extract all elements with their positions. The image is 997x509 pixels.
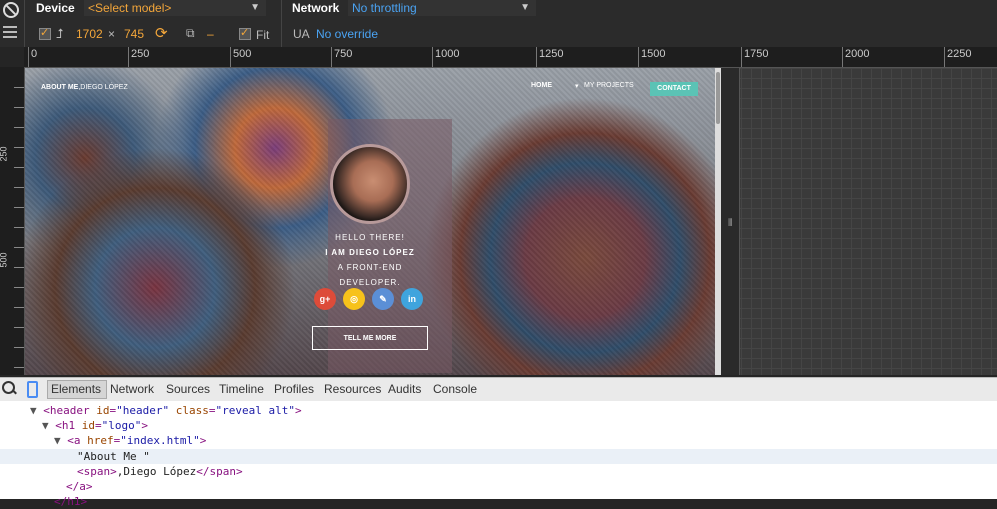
tab-sources[interactable]: Sources [166, 382, 210, 396]
size-checkbox[interactable] [39, 26, 51, 40]
dom-node-h1[interactable]: ▼ <h1 id="logo"> [42, 418, 148, 433]
expand-triangle-icon[interactable]: ▼ [42, 419, 49, 432]
network-select-value: No throttling [352, 1, 417, 15]
avatar [330, 144, 410, 224]
height-field[interactable]: 745 [124, 27, 144, 41]
fit-label: Fit [256, 28, 270, 42]
times-sign: × [108, 27, 116, 41]
ua-label: UA [293, 27, 310, 41]
ruler-label: 1250 [539, 48, 564, 60]
span-text: ,Diego López [116, 465, 197, 478]
scale-icon: ⧉ [186, 26, 195, 40]
dom-node-span[interactable]: <span>,Diego López</span> [77, 464, 243, 479]
attr-name: href [87, 434, 114, 447]
tag-open: <header [43, 404, 97, 417]
attr-value: "logo" [101, 419, 142, 432]
scale-field[interactable]: – [207, 27, 214, 41]
site-logo[interactable]: ABOUT ME,DIEGO LÓPEZ [41, 84, 128, 91]
device-select-value: <Select model> [88, 1, 172, 15]
tab-network[interactable]: Network [110, 382, 154, 396]
chevron-down-icon: ▼ [250, 2, 260, 13]
search-icon[interactable] [2, 381, 15, 394]
nav-projects[interactable]: MY PROJECTS [584, 82, 634, 89]
divider [281, 0, 282, 47]
resize-arrow-icon: ⮥ [56, 26, 64, 41]
intro-text: HELLO THERE! I AM DIEGO LÓPEZ A FRONT-EN… [315, 230, 425, 290]
width-field[interactable]: 1702 [76, 27, 103, 41]
chevron-down-icon: ▼ [520, 2, 530, 13]
tag-open: <span> [77, 465, 117, 478]
grip-icon: ⦀ [728, 218, 733, 229]
tag-open: <h1 [55, 419, 82, 432]
ruler-left-label: 250 [0, 146, 9, 162]
linkedin-icon[interactable]: in [401, 288, 423, 310]
dom-node-header[interactable]: ▼ <header id="header" class="reveal alt"… [30, 403, 302, 418]
attr-value: "header" [116, 404, 170, 417]
tag-close: </span> [196, 465, 243, 478]
attr-value: "reveal alt" [215, 404, 295, 417]
ruler-label: 0 [31, 48, 38, 60]
intro-line: A FRONT-END [337, 263, 403, 272]
device-select[interactable]: <Select model> ▼ [84, 0, 266, 16]
dom-text-node[interactable]: "About Me " [77, 449, 150, 464]
tell-me-more-button[interactable]: TELL ME MORE [312, 326, 428, 350]
github-icon[interactable]: ◎ [343, 288, 365, 310]
nav-projects-chevron-icon: ▾ [575, 83, 579, 90]
device-mode-icon[interactable] [27, 381, 38, 398]
tab-audits[interactable]: Audits [388, 382, 421, 396]
lines-icon[interactable] [3, 26, 17, 38]
block-icon[interactable] [3, 2, 19, 18]
devtools-tabbar: Elements Network Sources Timeline Profil… [0, 377, 997, 402]
google-plus-icon[interactable]: g+ [314, 288, 336, 310]
canvas-grid [721, 68, 997, 375]
toolbar-left-strip [0, 0, 25, 47]
network-label: Network [292, 1, 340, 15]
ruler-label: 2000 [845, 48, 870, 60]
tab-console[interactable]: Console [433, 382, 477, 396]
tab-elements[interactable]: Elements [51, 382, 101, 396]
emulated-page: ABOUT ME,DIEGO LÓPEZ HOME ▾ MY PROJECTS … [25, 68, 715, 375]
attr-value: "index.html" [120, 434, 200, 447]
ruler-left: 250 500 [0, 67, 25, 375]
device-toolbar: Device <Select model> ▼ ⮥ 1702 × 745 ⟳ ⧉… [0, 0, 997, 47]
tab-timeline[interactable]: Timeline [219, 382, 264, 396]
tab-resources[interactable]: Resources [324, 382, 381, 396]
resize-handle[interactable]: ⦀ [721, 68, 740, 375]
ruler-label: 1750 [744, 48, 769, 60]
nav-contact[interactable]: CONTACT [650, 82, 698, 96]
nav-home[interactable]: HOME [531, 82, 552, 89]
intro-line: HELLO THERE! [335, 233, 405, 242]
attr-name: id [96, 404, 110, 417]
dom-close-h1[interactable]: </h1> [54, 494, 87, 509]
ruler-label: 1500 [641, 48, 666, 60]
tag-open: <a [67, 434, 88, 447]
attr-name: class [175, 404, 209, 417]
ruler-label: 1000 [435, 48, 460, 60]
intro-line: I AM DIEGO LÓPEZ [325, 248, 415, 257]
device-label: Device [36, 1, 75, 15]
ruler-label: 250 [131, 48, 150, 60]
network-select[interactable]: No throttling ▼ [348, 0, 536, 16]
dom-node-a[interactable]: ▼ <a href="index.html"> [54, 433, 206, 448]
blog-icon[interactable]: ✎ [372, 288, 394, 310]
tab-profiles[interactable]: Profiles [274, 382, 314, 396]
expand-triangle-icon[interactable]: ▼ [54, 434, 61, 447]
fit-checkbox[interactable] [239, 26, 251, 40]
dom-close-a[interactable]: </a> [66, 479, 93, 494]
ruler-label: 500 [233, 48, 252, 60]
attr-name: id [81, 419, 95, 432]
expand-triangle-icon[interactable]: ▼ [30, 404, 37, 417]
logo-sub: ,DIEGO LÓPEZ [78, 84, 128, 91]
ruler-label: 750 [334, 48, 353, 60]
elements-panel: ▼ <header id="header" class="reveal alt"… [0, 401, 997, 508]
ruler-label: 2250 [947, 48, 972, 60]
logo-main: ABOUT ME [41, 84, 79, 91]
ruler-left-label: 500 [0, 252, 9, 268]
ruler-top: 0 250 500 750 1000 1250 1500 1750 2000 2… [24, 47, 997, 68]
ua-field[interactable]: No override [316, 27, 378, 41]
swap-dimensions-icon[interactable]: ⟳ [155, 24, 168, 42]
